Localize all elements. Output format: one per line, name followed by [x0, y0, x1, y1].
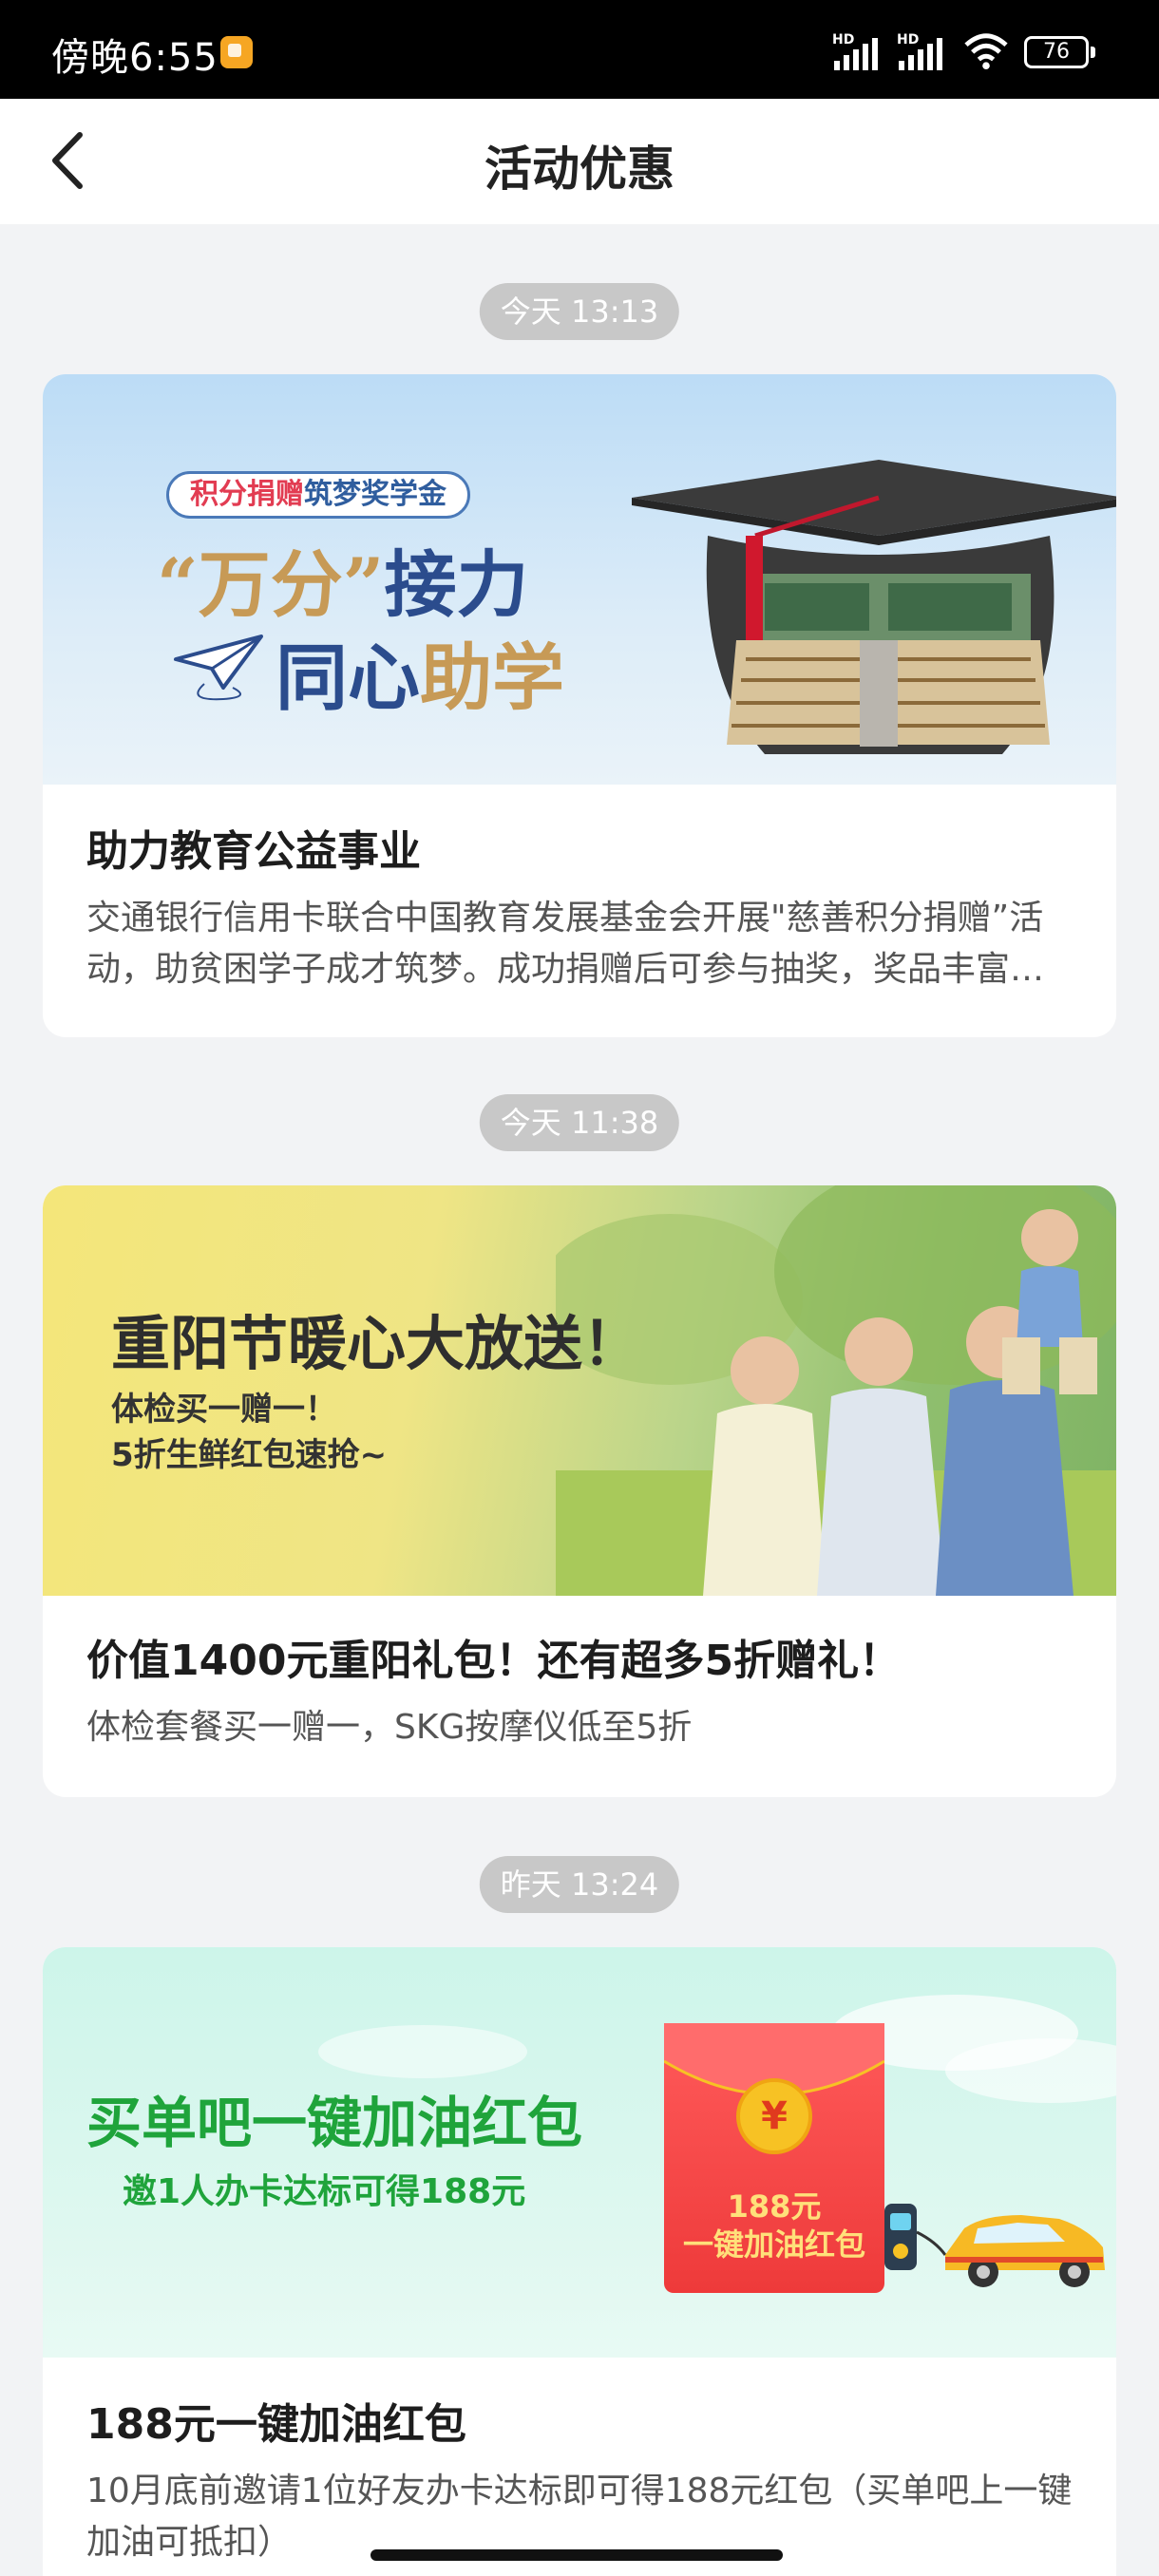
- card-description: 体检套餐买一赠一，SKG按摩仪低至5折: [86, 1708, 693, 1747]
- card-title: 价值1400元重阳礼包！还有超多5折赠礼！: [86, 1637, 902, 1685]
- signal-2-icon: [899, 38, 942, 70]
- banner-double-ninth[interactable]: 重阳节暖心大放送！ 体检买一赠一！ 5折生鲜红包速抢~: [43, 1185, 1116, 1596]
- home-indicator[interactable]: [370, 2549, 783, 2561]
- yuan-coin-icon: ¥: [736, 2078, 812, 2154]
- signal-1-icon: [834, 38, 878, 70]
- timestamp-pill: 今天 13:13: [479, 283, 680, 340]
- battery-indicator: 76: [1024, 36, 1095, 68]
- nav-header: 活动优惠: [0, 99, 1159, 224]
- status-bar: 傍晚6:55 HD HD 76: [0, 0, 1159, 99]
- card-title: 助力教育公益事业: [86, 827, 421, 876]
- family-illustration: [556, 1185, 1116, 1596]
- envelope-label: 一键加油红包: [682, 2226, 865, 2263]
- promo-card-double-ninth[interactable]: 重阳节暖心大放送！ 体检买一赠一！ 5折生鲜红包速抢~ 价值1400元重阳礼包！…: [43, 1185, 1116, 1797]
- banner-headline: 重阳节暖心大放送！: [111, 1309, 642, 1378]
- banner-headline-2: 同心助学: [276, 635, 564, 720]
- car-fuel-icon: [884, 2204, 1105, 2287]
- red-envelope: ¥ 188元 一键加油红包: [664, 2023, 884, 2293]
- banner-badge: 积分捐赠筑梦奖学金: [166, 471, 470, 519]
- banner-subline: 邀1人办卡达标可得188元: [123, 2172, 526, 2211]
- graduation-cap-icon: [632, 460, 1116, 754]
- banner-subline-1: 体检买一赠一！: [111, 1391, 337, 1429]
- timestamp-pill: 昨天 13:24: [479, 1856, 680, 1913]
- banner-headline: 买单吧一键加油红包: [86, 2091, 583, 2155]
- banner-fuel-redpacket[interactable]: 买单吧一键加油红包 邀1人办卡达标可得188元 ¥ 188元 一键加油红包: [43, 1947, 1116, 2358]
- card-description: 交通银行信用卡联合中国教育发展基金会开展"慈善积分捐赠”活动，助贫困学子成才筑梦…: [86, 899, 1045, 989]
- banner-subline-2: 5折生鲜红包速抢~: [111, 1436, 388, 1474]
- page-title: 活动优惠: [484, 142, 674, 197]
- card-title: 188元一键加油红包: [86, 2400, 466, 2449]
- app-notification-icon: [220, 36, 253, 68]
- banner-headline-1: “万分”接力: [157, 542, 529, 627]
- timestamp-pill: 今天 11:38: [479, 1094, 680, 1151]
- paper-plane-icon: [174, 635, 263, 701]
- promo-card-education[interactable]: 积分捐赠筑梦奖学金 “万分”接力 同心助学 助力教育公益事业 交通银行信用卡联合…: [43, 374, 1116, 1037]
- promo-card-fuel-redpacket[interactable]: 买单吧一键加油红包 邀1人办卡达标可得188元 ¥ 188元 一键加油红包 18…: [43, 1947, 1116, 2576]
- status-time: 傍晚6:55: [51, 36, 218, 80]
- wifi-icon: [964, 33, 1008, 70]
- banner-education[interactable]: 积分捐赠筑梦奖学金 “万分”接力 同心助学: [43, 374, 1116, 785]
